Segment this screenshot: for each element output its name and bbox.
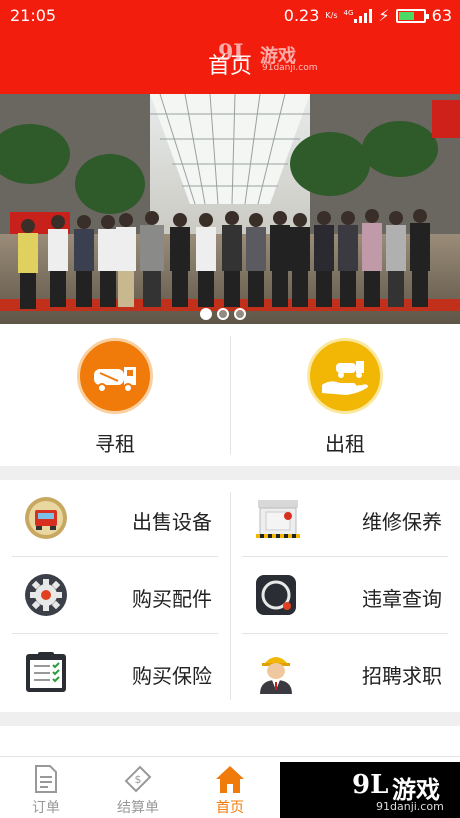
clipboard-icon [24,650,68,694]
rent-seek-button[interactable]: 寻租 [0,324,230,466]
home-icon [216,766,244,793]
charging-icon: ⚡ [378,6,390,25]
banner-photo [0,94,460,324]
truck-sale-icon [24,496,68,540]
buy-parts-item[interactable]: 购买配件 [0,557,230,634]
watermark-url: 91danji.com [262,63,318,73]
network-speed: 0.23 [283,6,320,25]
watermark-mark: 9L [352,770,389,800]
signal-icon: 4G [343,8,373,23]
status-bar: 21:05 0.23 K/s 4G ⚡ 63 [0,0,460,32]
order-icon [35,765,57,793]
watermark-logo: 9L 游戏 91danji.com [218,40,318,74]
violation-query-label: 违章查询 [362,587,442,611]
tab-home[interactable]: 首页 [184,757,276,818]
money-ticket-icon: $ [124,765,152,793]
buy-insurance-label: 购买保险 [132,664,212,688]
maintenance-label: 维修保养 [362,510,442,534]
network-speed-unit: K/s [325,11,338,20]
worker-icon [254,650,298,694]
buy-insurance-item[interactable]: 购买保险 [0,634,230,711]
battery-level: 63 [431,6,452,25]
tab-settlement-label: 结算单 [117,800,159,816]
mixer-truck-icon [77,338,153,414]
rent-out-label: 出租 [325,432,365,456]
banner-carousel[interactable] [0,94,460,324]
status-time: 21:05 [10,6,57,25]
tab-home-label: 首页 [216,800,244,816]
tab-orders-label: 订单 [32,800,60,816]
buy-parts-label: 购买配件 [132,587,212,611]
carousel-dot[interactable] [200,308,212,320]
svg-text:$: $ [135,773,142,786]
violation-query-item[interactable]: 违章查询 [230,557,460,634]
hand-truck-icon [307,338,383,414]
garage-icon [254,496,302,540]
watermark-mark: 9L [218,40,249,66]
carousel-indicator[interactable] [200,308,246,320]
carousel-dot[interactable] [217,308,229,320]
maintenance-item[interactable]: 维修保养 [230,480,460,557]
sell-equipment-label: 出售设备 [132,510,212,534]
tab-settlement[interactable]: $ 结算单 [92,757,184,818]
tab-orders[interactable]: 订单 [0,757,92,818]
status-indicators: 0.23 K/s 4G ⚡ 63 [284,6,452,25]
recruitment-label: 招聘求职 [362,664,442,688]
recruitment-item[interactable]: 招聘求职 [230,634,460,711]
camera-icon [254,573,298,617]
battery-icon [395,8,429,23]
rent-out-button[interactable]: 出租 [230,324,460,466]
watermark-url: 91danji.com [376,800,444,813]
sell-equipment-item[interactable]: 出售设备 [0,480,230,557]
gear-icon [24,573,68,617]
next-section-card [0,726,460,756]
rent-seek-label: 寻租 [95,432,135,456]
carousel-dot[interactable] [234,308,246,320]
network-type: 4G [343,8,354,17]
watermark-banner: 9L 游戏 91danji.com [280,762,460,818]
